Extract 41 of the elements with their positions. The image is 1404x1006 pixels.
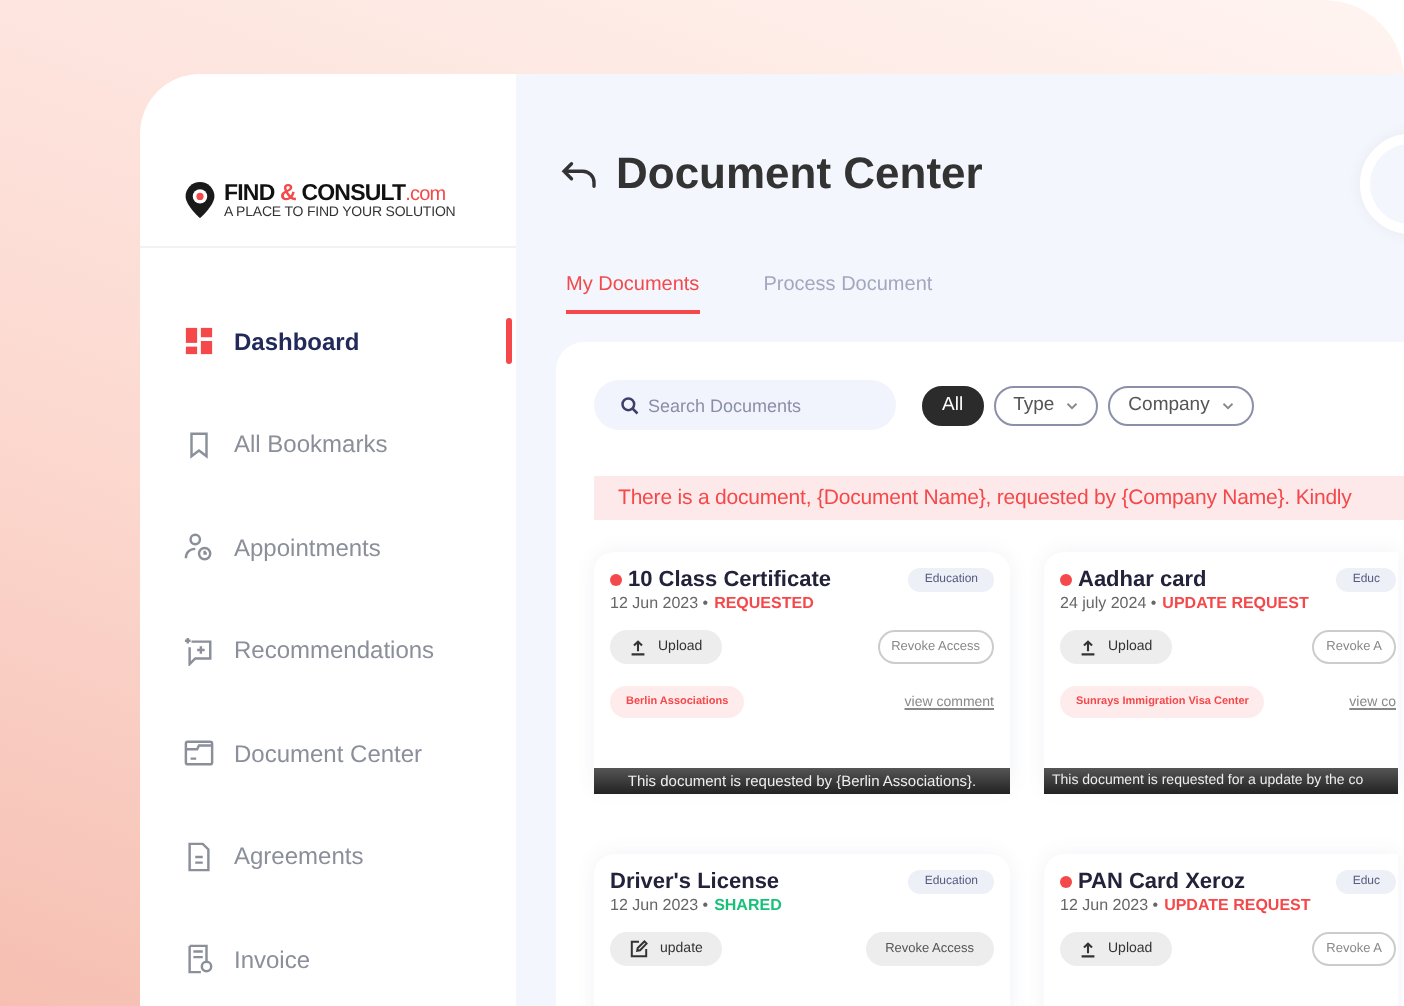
- folder-icon: [184, 738, 214, 769]
- document-name: PAN Card Xeroz: [1078, 870, 1246, 894]
- brand-name: FIND & CONSULT.com: [224, 181, 448, 205]
- chat-plus-icon: [184, 635, 214, 666]
- location-pin-icon: [182, 180, 218, 220]
- document-status: UPDATE REQUEST: [1162, 594, 1309, 612]
- sidebar-item[interactable]: Recommendations: [140, 599, 516, 702]
- sidebar-item[interactable]: Dashboard: [140, 290, 516, 393]
- document-date: 12 Jun 2023 •: [610, 896, 709, 914]
- tab[interactable]: My Documents: [566, 274, 700, 314]
- document-icon: [184, 841, 214, 872]
- page-title: Document Center: [616, 148, 983, 200]
- sidebar-item[interactable]: Agreements: [140, 805, 516, 908]
- tab[interactable]: Process Document: [763, 274, 933, 314]
- sidebar-item[interactable]: Document Center: [140, 702, 516, 805]
- document-name: 10 Class Certificate: [628, 568, 831, 592]
- document-name: Aadhar card: [1078, 568, 1207, 592]
- upload-icon: [630, 639, 646, 655]
- search-field[interactable]: Search Documents: [594, 380, 896, 430]
- grid-icon: [184, 326, 214, 357]
- filter-chip[interactable]: Company: [1108, 385, 1254, 425]
- document-date: 24 july 2024 •: [1060, 594, 1157, 612]
- filter-chip[interactable]: All: [922, 385, 984, 425]
- sidebar-item[interactable]: Invoice: [140, 908, 516, 1006]
- document-status: UPDATE REQUEST: [1164, 896, 1311, 914]
- document-name: Driver's License: [610, 870, 780, 894]
- document-date: 12 Jun 2023 •: [610, 594, 709, 612]
- upload-icon: [1080, 941, 1096, 957]
- upload-icon: [1080, 639, 1096, 655]
- receipt-icon: [184, 944, 214, 975]
- bookmark-icon: [184, 429, 214, 460]
- filter-chip[interactable]: Type: [993, 385, 1099, 425]
- sidebar-item[interactable]: All Bookmarks: [140, 393, 516, 496]
- document-status: REQUESTED: [714, 594, 814, 612]
- notice-text: There is a document, {Document Name}, requested by {Company Name}. Kindly: [618, 486, 1352, 510]
- edit-icon: [630, 940, 648, 958]
- back-arrow-icon[interactable]: [560, 159, 598, 189]
- document-date: 12 Jun 2023 •: [1060, 896, 1159, 914]
- sidebar-item[interactable]: Appointments: [140, 496, 516, 599]
- person-clock-icon: [184, 532, 214, 563]
- document-status: SHARED: [714, 896, 782, 914]
